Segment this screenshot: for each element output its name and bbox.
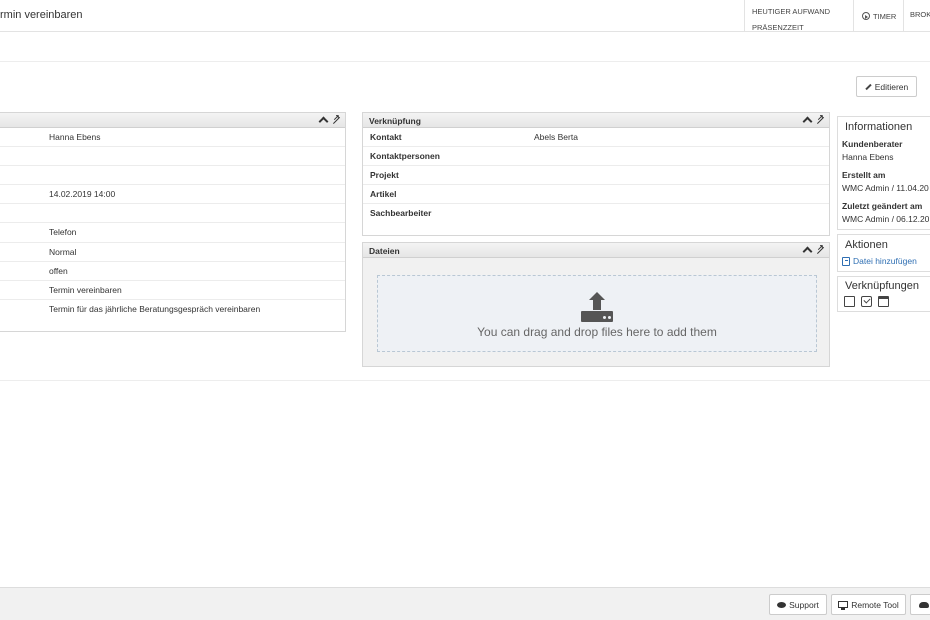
row-label: Projekt — [370, 170, 399, 181]
details-panel: Hanna Ebens 14.02.2019 14:00 Telefon Nor… — [0, 112, 346, 332]
kontakt-link[interactable]: Abels Berta — [534, 132, 578, 142]
row-label: Artikel — [370, 189, 397, 200]
kundenberater-value: Hanna Ebens — [842, 152, 894, 162]
play-icon — [862, 12, 870, 20]
dateien-panel: Dateien You can drag and drop files here… — [362, 242, 830, 367]
brok-button[interactable]: BROK — [903, 0, 930, 32]
verknuepfung-title: Verknüpfung — [369, 116, 421, 126]
page-title: rmin vereinbaren — [0, 9, 83, 21]
aktionen-title: Aktionen — [845, 239, 888, 251]
verknuepfung-header: Verknüpfung — [363, 113, 829, 128]
detail-row: Termin vereinbaren — [0, 281, 345, 300]
remote-tool-button[interactable]: Remote Tool — [831, 594, 906, 615]
praesenz-label: PRÄSENZZEIT — [752, 23, 804, 32]
datei-hinzufuegen-label: Datei hinzufügen — [853, 256, 917, 266]
verknuepfung-row: Sachbearbeiter — [363, 204, 829, 223]
detail-row: Hanna Ebens — [0, 128, 345, 148]
informationen-box: Informationen Kundenberater Hanna Ebens … — [837, 116, 930, 230]
collapse-icon[interactable] — [803, 244, 812, 256]
expand-icon[interactable] — [816, 113, 825, 126]
brok-label: BROK — [910, 10, 930, 19]
timer-button[interactable]: TIMER — [853, 0, 903, 32]
divider — [0, 380, 930, 381]
chat-icon — [777, 601, 787, 608]
task-check-icon[interactable] — [861, 296, 872, 307]
verknuepfung-row: Artikel — [363, 185, 829, 205]
detail-row: 14.02.2019 14:00 — [0, 185, 345, 205]
support-button[interactable]: Support — [769, 594, 827, 615]
dateien-title: Dateien — [369, 246, 400, 256]
remote-label: Remote Tool — [851, 599, 899, 610]
edit-button[interactable]: Editieren — [856, 76, 917, 97]
geaendert-label: Zuletzt geändert am — [842, 201, 923, 211]
aufwand-label: HEUTIGER AUFWAND — [752, 7, 831, 16]
verknuepfungen-title: Verknüpfungen — [845, 280, 920, 292]
detail-value: Telefon — [49, 227, 77, 238]
geaendert-value: WMC Admin / 06.12.20 — [842, 214, 930, 224]
detail-row: Normal — [0, 243, 345, 262]
verknuepfung-panel: Verknüpfung Kontakt Abels Berta Kontaktp… — [362, 112, 830, 236]
verknuepfung-row: Kontaktpersonen — [363, 147, 829, 167]
cloud-icon — [919, 601, 929, 608]
erstellt-label: Erstellt am — [842, 170, 886, 180]
row-label: Sachbearbeiter — [370, 208, 432, 219]
dropzone-text: You can drag and drop files here to add … — [477, 325, 717, 339]
details-panel-header — [0, 113, 345, 128]
verknuepfung-row: Kontakt Abels Berta — [363, 128, 829, 148]
detail-value: Hanna Ebens — [49, 132, 101, 142]
add-file-icon — [842, 256, 850, 266]
aufwand-panel[interactable]: HEUTIGER AUFWAND PRÄSENZZEIT — [744, 0, 853, 32]
file-dropzone[interactable]: You can drag and drop files here to add … — [377, 275, 817, 352]
row-label: Kontaktpersonen — [370, 151, 440, 162]
detail-row: Termin für das jährliche Beratungsgesprä… — [0, 300, 345, 319]
divider — [0, 61, 930, 62]
detail-row — [0, 166, 345, 186]
erstellt-value: WMC Admin / 11.04.20 — [842, 183, 929, 193]
expand-icon[interactable] — [332, 113, 341, 126]
monitor-icon — [838, 601, 849, 610]
informationen-title: Informationen — [845, 121, 913, 133]
edit-label: Editieren — [874, 81, 909, 92]
detail-value: 14.02.2019 14:00 — [49, 189, 116, 200]
dateien-header: Dateien — [363, 243, 829, 258]
pencil-icon — [865, 83, 872, 90]
detail-value: Normal — [49, 246, 77, 257]
detail-value: Termin für das jährliche Beratungsgesprä… — [49, 303, 261, 314]
datei-hinzufuegen-link[interactable]: Datei hinzufügen — [838, 256, 930, 266]
top-bar: rmin vereinbaren HEUTIGER AUFWAND PRÄSEN… — [0, 0, 930, 32]
kundenberater-label: Kundenberater — [842, 139, 903, 149]
upload-icon — [581, 292, 613, 323]
note-icon[interactable] — [844, 296, 855, 307]
verknuepfung-row: Projekt — [363, 166, 829, 186]
aktionen-box: Aktionen Datei hinzufügen — [837, 234, 930, 272]
detail-row — [0, 147, 345, 167]
detail-row: offen — [0, 262, 345, 281]
expand-icon[interactable] — [816, 243, 825, 256]
detail-row — [0, 204, 345, 224]
timer-label: TIMER — [873, 11, 897, 21]
collapse-icon[interactable] — [319, 114, 328, 126]
detail-value: offen — [49, 265, 68, 276]
verknuepfungen-box: Verknüpfungen — [837, 276, 930, 312]
detail-value: Termin vereinbaren — [49, 284, 122, 295]
cloud-button[interactable] — [910, 594, 930, 615]
calendar-icon[interactable] — [878, 296, 889, 307]
collapse-icon[interactable] — [803, 114, 812, 126]
support-label: Support — [789, 599, 819, 610]
detail-row: Telefon — [0, 223, 345, 243]
row-label: Kontakt — [370, 132, 402, 142]
